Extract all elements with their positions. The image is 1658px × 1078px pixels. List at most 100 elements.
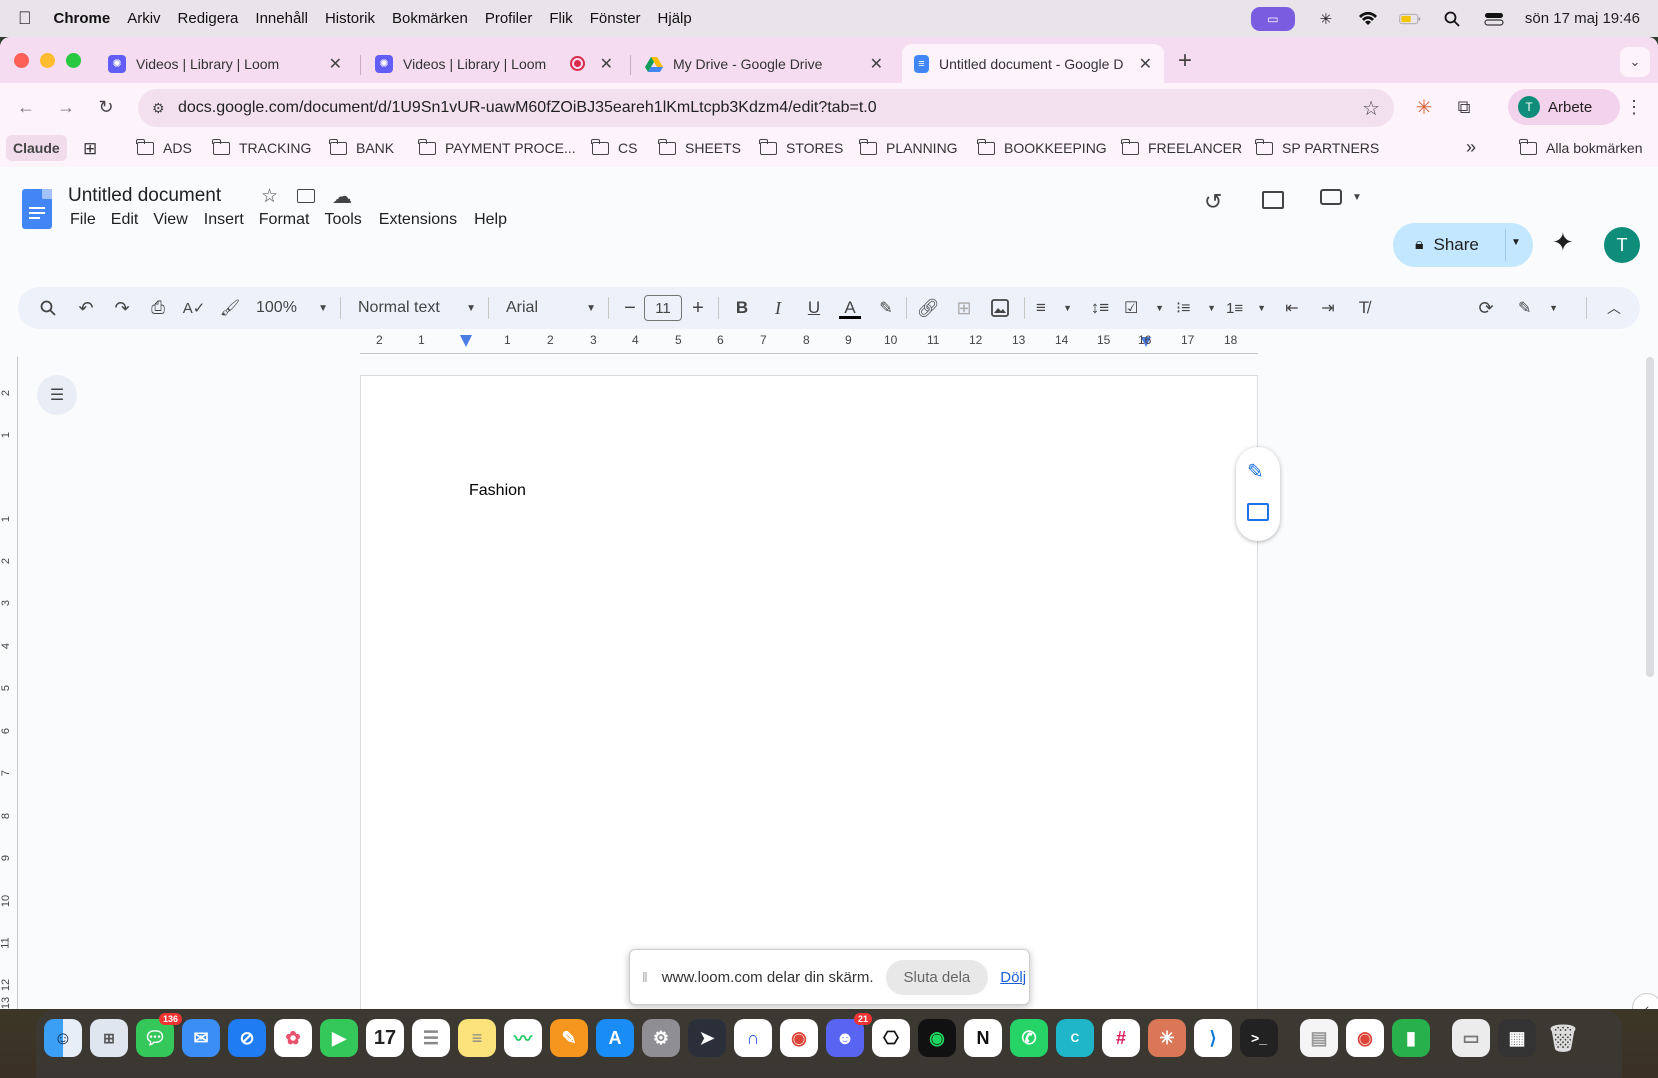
canva-icon[interactable]: C bbox=[1056, 1019, 1094, 1057]
help-me-write-icon[interactable]: ✎ bbox=[1247, 459, 1264, 484]
line-spacing-icon[interactable]: ↕≡ bbox=[1088, 296, 1112, 320]
bookmarks-overflow-icon[interactable]: » bbox=[1466, 137, 1476, 158]
slack-icon[interactable]: # bbox=[1102, 1019, 1140, 1057]
whatsapp-icon[interactable]: ✆ bbox=[1010, 1019, 1048, 1057]
close-tab-icon[interactable]: ✕ bbox=[1139, 54, 1152, 74]
bookmark-folder-sp-partners[interactable]: SP PARTNERS bbox=[1255, 138, 1379, 156]
checklist-select[interactable]: ☑ ▼ bbox=[1124, 296, 1164, 320]
stop-sharing-button[interactable]: Sluta dela bbox=[885, 959, 989, 995]
discord-icon[interactable]: ☻ 21 bbox=[826, 1013, 872, 1057]
safari-icon[interactable]: ⊘ bbox=[228, 1019, 266, 1057]
forward-icon[interactable]: → bbox=[54, 95, 78, 119]
add-comment-side-icon[interactable] bbox=[1247, 503, 1269, 521]
menu-edit[interactable]: Edit bbox=[111, 211, 139, 229]
tab-google-docs[interactable]: ≡ Untitled document - Google D ✕ bbox=[902, 44, 1164, 83]
bookmark-claude[interactable]: Claude bbox=[6, 135, 67, 161]
menu-fonster[interactable]: Fönster bbox=[590, 10, 641, 27]
increase-indent-icon[interactable]: ⇥ bbox=[1316, 296, 1340, 320]
bookmark-folder-ads[interactable]: ADS bbox=[136, 138, 192, 156]
chrome-icon[interactable]: ◉ bbox=[1346, 1019, 1384, 1057]
profile-chip[interactable]: T Arbete bbox=[1508, 89, 1620, 125]
highlight-color-icon[interactable]: ✎ bbox=[874, 296, 898, 320]
launchpad-icon[interactable]: ⊞ bbox=[90, 1019, 128, 1057]
horizontal-ruler[interactable]: 2 1 1 2 3 4 5 6 7 8 9 10 11 12 13 14 15 … bbox=[360, 333, 1258, 353]
control-center-icon[interactable] bbox=[1483, 11, 1505, 27]
decrease-indent-icon[interactable]: ⇤ bbox=[1280, 296, 1304, 320]
share-dropdown-icon[interactable]: ▼ bbox=[1511, 237, 1521, 248]
all-bookmarks[interactable]: Alla bokmärken bbox=[1519, 138, 1643, 156]
calendar-icon[interactable]: 17 bbox=[366, 1019, 404, 1057]
menubar-datetime[interactable]: sön 17 maj 19:46 bbox=[1525, 10, 1640, 27]
account-avatar[interactable]: T bbox=[1604, 227, 1640, 263]
tab-search-icon[interactable]: ⌄ bbox=[1620, 47, 1650, 77]
paint-format-icon[interactable]: 🖌︎ bbox=[218, 296, 242, 320]
zoom-select[interactable]: 100% ▼ bbox=[256, 296, 328, 320]
menu-format[interactable]: Format bbox=[259, 211, 310, 229]
close-tab-icon[interactable]: ✕ bbox=[329, 54, 342, 74]
close-window-button[interactable] bbox=[14, 53, 29, 68]
menu-flik[interactable]: Flik bbox=[549, 10, 572, 27]
freeform-icon[interactable]: 〰 bbox=[504, 1019, 542, 1057]
menu-bokmarken[interactable]: Bokmärken bbox=[392, 10, 468, 27]
claude-icon[interactable]: ✳ bbox=[1148, 1019, 1186, 1057]
bookmark-folder-freelancer[interactable]: FREELANCER bbox=[1121, 138, 1242, 156]
bookmark-folder-bookkeeping[interactable]: BOOKKEEPING bbox=[977, 138, 1107, 156]
move-folder-icon[interactable] bbox=[297, 189, 315, 203]
font-size-input[interactable]: 11 bbox=[644, 295, 682, 321]
drag-handle-icon[interactable]: ‖ bbox=[642, 969, 648, 985]
menu-redigera[interactable]: Redigera bbox=[178, 10, 239, 27]
claude-extension-icon[interactable]: ✳ bbox=[1412, 95, 1436, 119]
claude-status-icon[interactable]: ✳ bbox=[1315, 11, 1337, 28]
tab-google-drive[interactable]: My Drive - Google Drive ✕ bbox=[633, 44, 895, 83]
tab-loom-1[interactable]: ✺ Videos | Library | Loom ✕ bbox=[96, 44, 354, 83]
close-tab-icon[interactable]: ✕ bbox=[870, 54, 883, 74]
docs-logo-icon[interactable] bbox=[22, 189, 52, 229]
undo-icon[interactable]: ↶ bbox=[74, 296, 98, 320]
photos-icon[interactable]: ✿ bbox=[274, 1019, 312, 1057]
document-outline-icon[interactable]: ☰ bbox=[37, 375, 77, 415]
left-indent-marker[interactable] bbox=[460, 335, 472, 347]
spotlight-search-icon[interactable] bbox=[1441, 11, 1463, 27]
facetime-icon[interactable]: ▶ bbox=[320, 1019, 358, 1057]
print-icon[interactable]: ⎙ bbox=[146, 296, 170, 320]
bookmark-folder-planning[interactable]: PLANNING bbox=[859, 138, 958, 156]
cloud-status-icon[interactable]: ☁ bbox=[332, 184, 352, 209]
document-preview-icon[interactable]: ▤ bbox=[1300, 1019, 1338, 1057]
increase-font-size-icon[interactable]: + bbox=[686, 296, 710, 320]
battery-icon[interactable] bbox=[1399, 11, 1421, 27]
window-stack-icon[interactable]: ▦ bbox=[1498, 1019, 1536, 1057]
menu-file[interactable]: File bbox=[70, 211, 96, 229]
screen-share-icon[interactable]: ▭ bbox=[1250, 6, 1295, 31]
share-button[interactable]: 🔒︎ Share bbox=[1393, 223, 1505, 267]
vertical-ruler[interactable]: 2 1 1 2 3 4 5 6 7 8 9 10 11 12 13 bbox=[0, 357, 18, 1009]
notes-icon[interactable]: ≡ bbox=[458, 1019, 496, 1057]
menu-view[interactable]: View bbox=[153, 211, 187, 229]
chatgpt-icon[interactable]: ⎔ bbox=[872, 1019, 910, 1057]
bookmark-folder-payment[interactable]: PAYMENT PROCE... bbox=[418, 138, 576, 156]
paragraph-style-select[interactable]: Normal text ▼ bbox=[358, 296, 476, 320]
spellcheck-icon[interactable]: A✓ bbox=[182, 296, 206, 320]
hide-link[interactable]: Dölj bbox=[1000, 969, 1026, 986]
bookmark-folder-cs[interactable]: CS bbox=[591, 138, 637, 156]
vscode-icon[interactable]: ⟩ bbox=[1194, 1019, 1232, 1057]
back-icon[interactable]: ← bbox=[14, 95, 38, 119]
app-store-icon[interactable]: A bbox=[596, 1019, 634, 1057]
notion-icon[interactable]: N bbox=[964, 1019, 1002, 1057]
vertical-scrollbar[interactable] bbox=[1646, 357, 1654, 677]
menu-arkiv[interactable]: Arkiv bbox=[127, 10, 160, 27]
terminal-icon[interactable]: >_ bbox=[1240, 1019, 1278, 1057]
zoom-window-button[interactable] bbox=[66, 53, 81, 68]
menu-hjalp[interactable]: Hjälp bbox=[658, 10, 692, 27]
font-family-select[interactable]: Arial ▼ bbox=[506, 296, 596, 320]
apple-icon[interactable]:  bbox=[18, 8, 32, 29]
clear-formatting-icon[interactable]: T̸ bbox=[1352, 296, 1376, 320]
close-tab-icon[interactable]: ✕ bbox=[600, 54, 613, 74]
hide-menus-icon[interactable]: ︿ bbox=[1602, 296, 1626, 320]
apps-grid-icon[interactable]: ⊞ bbox=[83, 139, 97, 159]
star-icon[interactable]: ☆ bbox=[261, 185, 278, 208]
minimize-window-button[interactable] bbox=[40, 53, 55, 68]
menu-innehall[interactable]: Innehåll bbox=[255, 10, 308, 27]
comments-icon[interactable] bbox=[1262, 191, 1284, 209]
menu-tools[interactable]: Tools bbox=[324, 211, 361, 229]
redo-icon[interactable]: ↷ bbox=[110, 296, 134, 320]
